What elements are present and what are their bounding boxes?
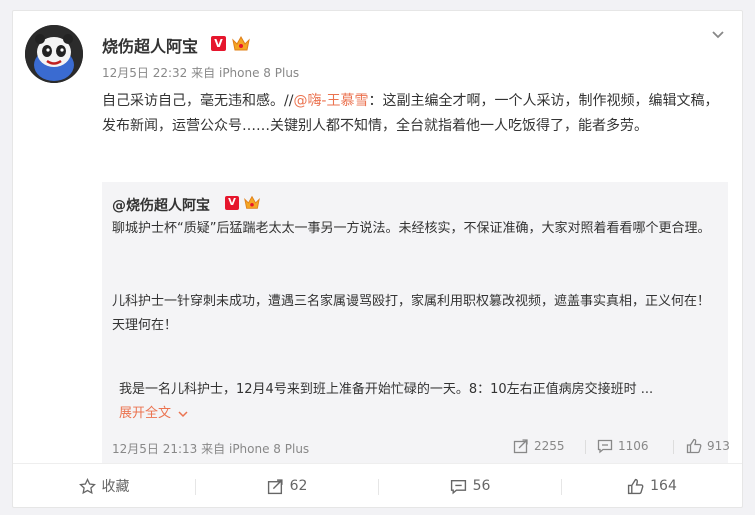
comment-icon [450,479,466,494]
like-count: 164 [650,478,677,494]
quoted-source: iPhone 8 Plus [228,442,310,456]
like-icon [686,438,702,454]
expand-chevron-icon [178,410,188,417]
quoted-paragraph-1: 聊城护士杯“质疑”后猛踹老太太一事另一方说法。未经核实，不保证准确，大家对照着看… [112,221,711,236]
repost-count: 62 [289,478,308,494]
quoted-timestamp[interactable]: 12月5日 21:13 [112,442,197,456]
repost-icon [513,439,528,454]
quoted-comment-count: 1106 [618,439,649,453]
quoted-like-count: 913 [707,439,730,453]
comment-button[interactable]: 56 [379,464,561,508]
crown-icon [232,35,250,51]
comment-count: 56 [472,478,491,494]
mention-link[interactable]: @嗨-王慕雪 [293,93,368,109]
quoted-author[interactable]: @烧伤超人阿宝 [112,195,210,215]
vip-badge: V [211,36,226,51]
quoted-meta: 12月5日 21:13 来自 iPhone 8 Plus [112,440,309,457]
post-timestamp[interactable]: 12月5日 22:32 [102,66,187,80]
quoted-repost-count: 2255 [534,439,565,453]
source-prefix: 来自 [191,66,216,80]
quoted-paragraph-3: 我是一名儿科护士，12月4号来到班上准备开始忙碌的一天。8：10左右正值病房交接… [119,382,654,397]
post-meta: 12月5日 22:32 来自 iPhone 8 Plus [102,64,299,81]
favorite-label: 收藏 [101,479,130,495]
expand-full-text-link[interactable]: 展开全文 [119,402,188,421]
author-name[interactable]: 烧伤超人阿宝 [102,33,198,57]
like-button[interactable]: 164 [562,464,742,508]
post-text-part1: 自己采访自己，毫无违和感。// [102,93,294,109]
post-text: 自己采访自己，毫无违和感。//@嗨-王慕雪：这副主编全才啊，一个人采访，制作视频… [102,89,728,139]
quoted-source-prefix: 来自 [201,442,226,456]
comment-icon [597,439,613,454]
quoted-repost-button[interactable]: 2255 [513,438,565,454]
action-bar: 收藏 62 56 164 [13,463,742,508]
like-icon [628,478,644,494]
quoted-crown-icon [244,195,260,209]
quoted-paragraph-2: 儿科护士一针穿刺未成功，遭遇三名家属谩骂殴打，家属利用职权篡改视频，遮盖事实真相… [112,294,711,333]
quoted-like-button[interactable]: 913 [686,438,730,454]
quoted-comment-button[interactable]: 1106 [597,438,649,454]
repost-icon [267,478,283,494]
stat-divider [673,440,674,454]
quoted-post: @烧伤超人阿宝 V 聊城护士杯“质疑”后猛踹老太太一事另一方说法。未经核实，不保… [102,182,730,464]
chevron-down-icon[interactable] [710,27,726,43]
expand-label: 展开全文 [119,406,172,421]
avatar[interactable] [25,25,83,83]
weibo-post-card: 烧伤超人阿宝 V 12月5日 22:32 来自 iPhone 8 Plus 自己… [12,10,743,508]
post-source: iPhone 8 Plus [218,66,300,80]
repost-button[interactable]: 62 [196,464,378,508]
star-icon [78,477,96,494]
stat-divider [585,440,586,454]
quoted-vip-badge: V [225,196,239,210]
favorite-button[interactable]: 收藏 [13,464,195,508]
